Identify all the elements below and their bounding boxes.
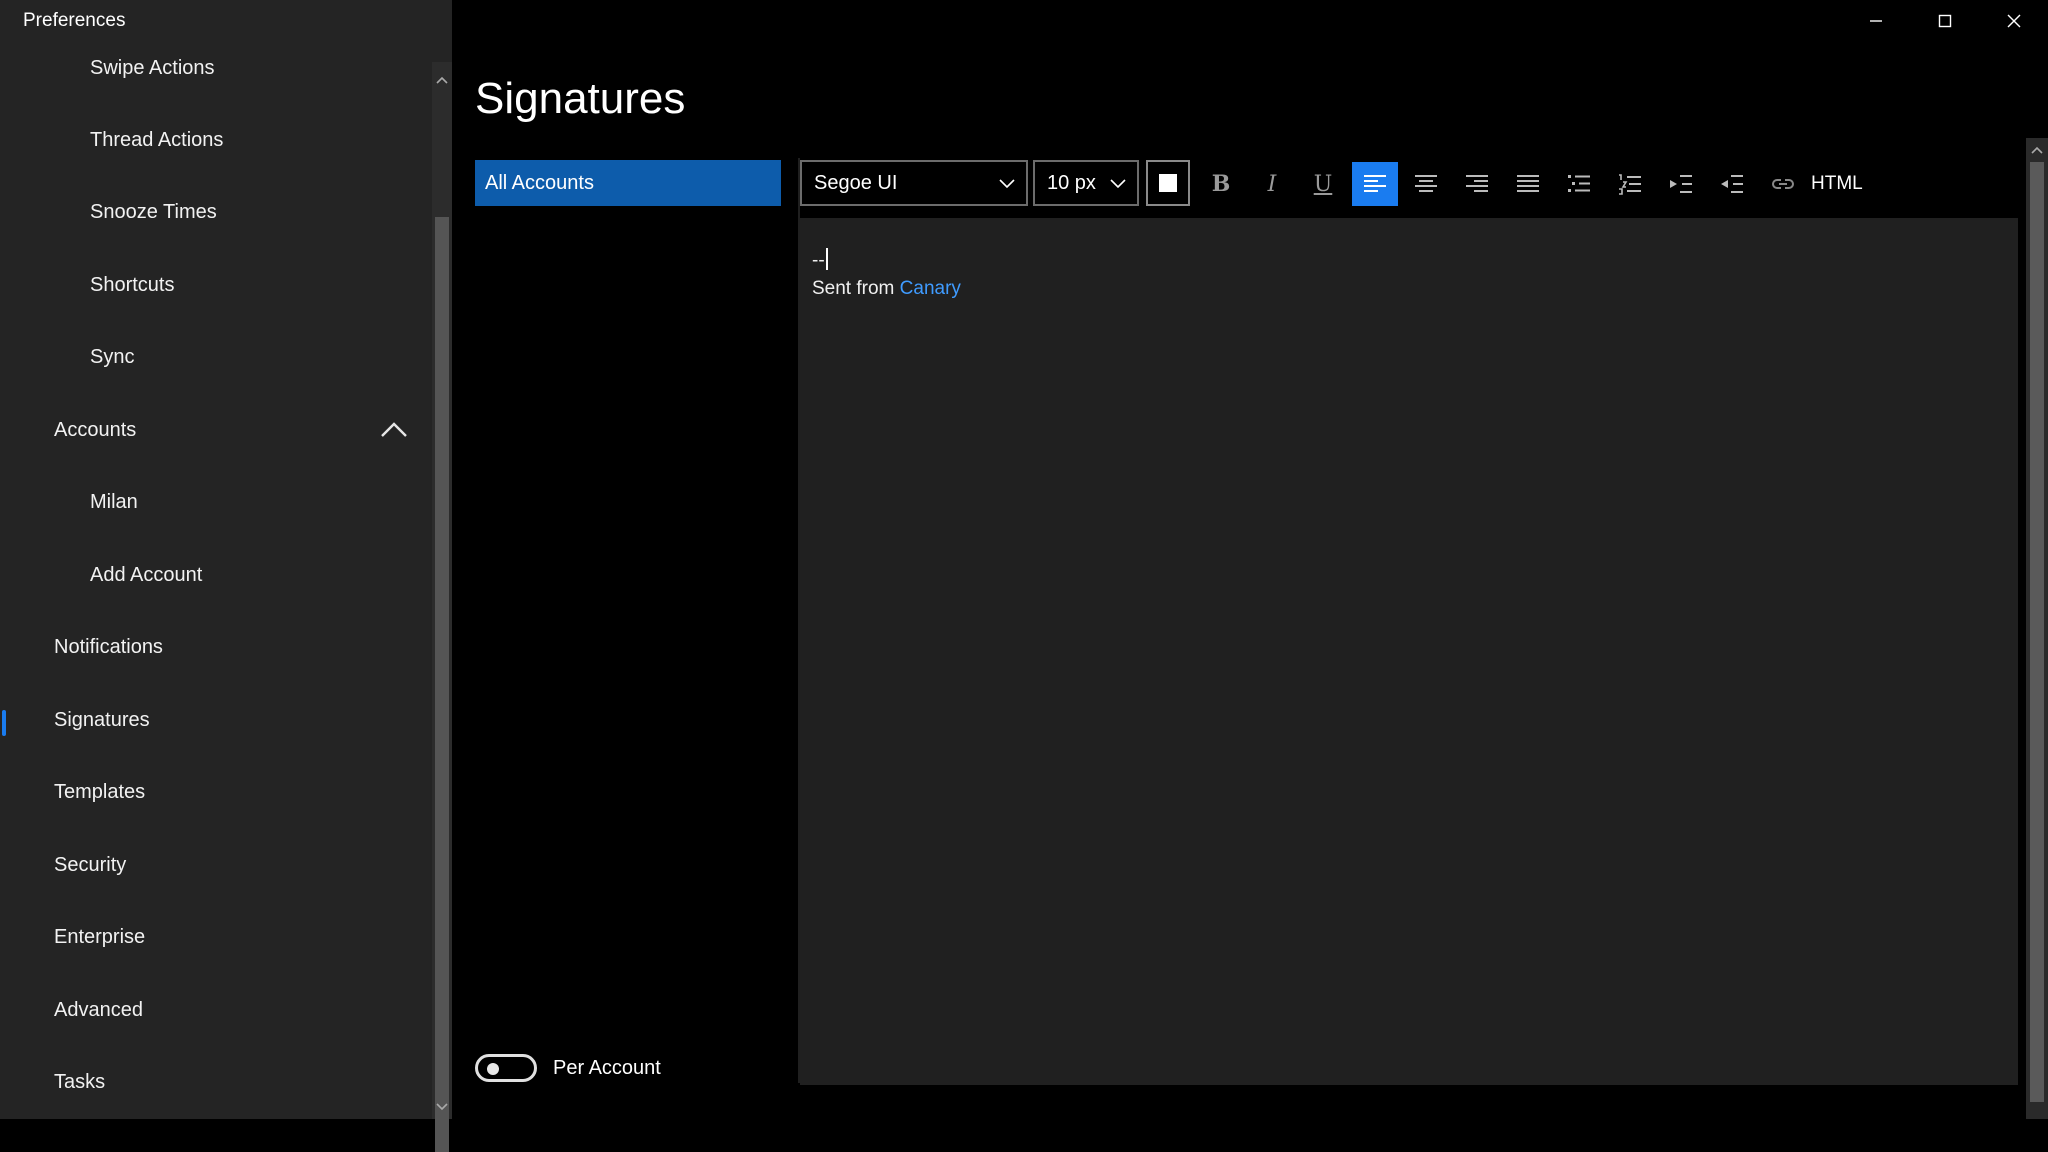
- sidebar-scrollbar[interactable]: [432, 62, 452, 1152]
- sidebar-item-enterprise[interactable]: Enterprise: [0, 901, 432, 973]
- sidebar-item-label: Shortcuts: [90, 273, 175, 296]
- sidebar-item-sync[interactable]: Sync: [0, 321, 432, 393]
- sidebar-item-label: Signatures: [54, 708, 150, 731]
- accounts-list: All Accounts: [475, 158, 804, 1085]
- sidebar-nav: Swipe Actions Thread Actions Snooze Time…: [0, 42, 432, 1119]
- scroll-up-icon[interactable]: [2027, 140, 2047, 160]
- signature-content[interactable]: -- Sent from Canary: [800, 220, 2018, 1085]
- indent-button[interactable]: [1658, 162, 1704, 206]
- sidebar-item-label: Accounts: [54, 418, 137, 441]
- sidebar-item-label: Security: [54, 853, 127, 876]
- maximize-icon: [1938, 14, 1952, 28]
- sidebar-item-security[interactable]: Security: [0, 829, 432, 901]
- sidebar-item-advanced[interactable]: Advanced: [0, 974, 432, 1046]
- close-icon: [2007, 14, 2021, 28]
- format-toolbar: Segoe UI 10 px B I U HTML: [800, 158, 2018, 218]
- insert-link-button[interactable]: [1760, 162, 1806, 206]
- account-item-all-accounts[interactable]: All Accounts: [475, 160, 781, 206]
- sidebar-item-label: Enterprise: [54, 925, 146, 948]
- italic-icon: I: [1267, 171, 1277, 197]
- align-center-button[interactable]: [1403, 162, 1449, 206]
- bullet-list-icon: [1568, 175, 1590, 192]
- account-item-label: All Accounts: [485, 171, 594, 194]
- bold-button[interactable]: B: [1198, 162, 1244, 206]
- numbered-list-icon: [1619, 174, 1641, 195]
- scroll-down-icon[interactable]: [432, 1097, 452, 1117]
- per-account-toggle[interactable]: [475, 1054, 537, 1082]
- scrollbar-thumb[interactable]: [435, 217, 449, 1152]
- indent-icon: [1670, 175, 1692, 193]
- html-button[interactable]: HTML: [1811, 162, 1863, 206]
- outdent-icon: [1721, 175, 1743, 193]
- text-color-button[interactable]: [1146, 160, 1190, 206]
- font-size-dropdown[interactable]: 10 px: [1033, 160, 1139, 206]
- sidebar-item-signatures[interactable]: Signatures: [0, 684, 432, 756]
- chevron-down-icon: [1110, 179, 1126, 189]
- sidebar-item-label: Notifications: [54, 635, 163, 658]
- sidebar-item-label: Tasks: [54, 1070, 106, 1093]
- signature-line-2[interactable]: Sent from Canary: [812, 278, 961, 300]
- signature-editor: Segoe UI 10 px B I U HTML -- Sent from C…: [800, 158, 2018, 1085]
- sidebar-item-label: Milan: [90, 490, 138, 513]
- editor-scrollbar[interactable]: [2026, 138, 2048, 1119]
- sidebar-item-thread-actions[interactable]: Thread Actions: [0, 104, 432, 176]
- text-color-swatch: [1159, 174, 1177, 192]
- minimize-button[interactable]: [1842, 0, 1910, 42]
- signature-line-1[interactable]: --: [812, 248, 828, 272]
- link-icon: [1772, 179, 1794, 189]
- align-right-icon: [1466, 175, 1488, 192]
- align-left-icon: [1364, 175, 1386, 192]
- per-account-toggle-row: Per Account: [475, 1054, 661, 1082]
- per-account-label: Per Account: [553, 1056, 661, 1079]
- sidebar-item-label: Swipe Actions: [90, 56, 215, 79]
- sidebar-item-label: Advanced: [54, 998, 143, 1021]
- font-family-dropdown[interactable]: Segoe UI: [800, 160, 1028, 206]
- signature-prefix: Sent from: [812, 278, 900, 299]
- sidebar-item-label: Sync: [90, 345, 135, 368]
- canary-link[interactable]: Canary: [900, 278, 961, 299]
- sidebar-item-tasks[interactable]: Tasks: [0, 1046, 432, 1118]
- sidebar-item-notifications[interactable]: Notifications: [0, 611, 432, 683]
- main-panel: Signatures All Accounts Per Account Sego…: [452, 0, 2048, 1119]
- italic-button[interactable]: I: [1249, 162, 1295, 206]
- outdent-button[interactable]: [1709, 162, 1755, 206]
- sidebar-item-label: Snooze Times: [90, 200, 217, 223]
- chevron-down-icon: [999, 179, 1015, 189]
- align-justify-icon: [1517, 175, 1539, 192]
- scroll-up-icon[interactable]: [432, 70, 452, 90]
- signature-dashes: --: [812, 250, 825, 271]
- toggle-knob: [487, 1063, 499, 1075]
- align-justify-button[interactable]: [1505, 162, 1551, 206]
- scrollbar-thumb[interactable]: [2030, 162, 2044, 1102]
- page-title: Signatures: [475, 74, 686, 123]
- font-size-value: 10 px: [1047, 171, 1096, 194]
- bold-icon: B: [1211, 171, 1231, 197]
- sidebar-item-shortcuts[interactable]: Shortcuts: [0, 249, 432, 321]
- sidebar-item-label: Add Account: [90, 563, 203, 586]
- minimize-icon: [1870, 20, 1882, 22]
- sidebar-item-swipe-actions[interactable]: Swipe Actions: [0, 42, 432, 104]
- align-center-icon: [1415, 175, 1437, 192]
- align-left-button[interactable]: [1352, 162, 1398, 206]
- chevron-up-icon[interactable]: [380, 418, 408, 440]
- text-cursor: [825, 248, 828, 270]
- maximize-button[interactable]: [1911, 0, 1979, 42]
- sidebar-item-accounts[interactable]: Accounts: [0, 394, 432, 466]
- numbered-list-button[interactable]: [1607, 162, 1653, 206]
- sidebar-item-add-account[interactable]: Add Account: [0, 539, 432, 611]
- font-family-value: Segoe UI: [814, 171, 898, 194]
- align-right-button[interactable]: [1454, 162, 1500, 206]
- sidebar-item-templates[interactable]: Templates: [0, 756, 432, 828]
- sidebar-item-snooze-times[interactable]: Snooze Times: [0, 176, 432, 248]
- underline-button[interactable]: U: [1300, 162, 1346, 206]
- app-title: Preferences: [23, 10, 126, 31]
- sidebar-item-label: Thread Actions: [90, 128, 224, 151]
- sidebar-item-milan[interactable]: Milan: [0, 466, 432, 538]
- bullet-list-button[interactable]: [1556, 162, 1602, 206]
- close-button[interactable]: [1980, 0, 2048, 42]
- sidebar-item-label: Templates: [54, 780, 146, 803]
- sidebar: Preferences Swipe Actions Thread Actions…: [0, 0, 452, 1152]
- underline-icon: U: [1313, 171, 1333, 197]
